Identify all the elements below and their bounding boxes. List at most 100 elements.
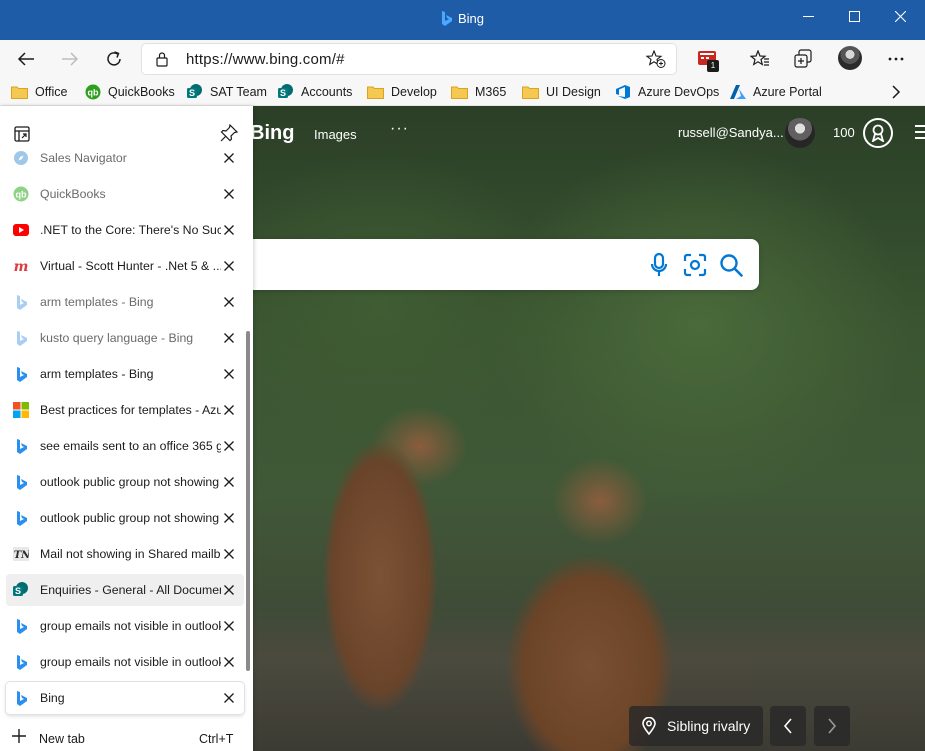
hamburger-menu-icon[interactable] bbox=[915, 124, 925, 140]
close-tab-icon[interactable] bbox=[221, 438, 237, 454]
youtube-icon bbox=[13, 222, 29, 238]
bing-icon bbox=[13, 438, 29, 454]
close-tab-icon[interactable] bbox=[221, 654, 237, 670]
close-button[interactable] bbox=[877, 0, 923, 32]
microphone-icon bbox=[650, 253, 668, 276]
vertical-tab[interactable]: arm templates - Bing bbox=[6, 358, 244, 390]
favorite-accounts[interactable]: S Accounts bbox=[277, 82, 352, 102]
close-tab-icon[interactable] bbox=[221, 222, 237, 238]
vertical-tab[interactable]: m Virtual - Scott Hunter - .Net 5 & ... bbox=[6, 250, 244, 282]
search-box[interactable] bbox=[252, 239, 759, 290]
more-menu[interactable]: ··· bbox=[390, 120, 409, 138]
favorite-azure-portal[interactable]: Azure Portal bbox=[729, 82, 822, 102]
add-favorite-star-icon[interactable] bbox=[646, 50, 666, 68]
trophy-icon bbox=[871, 124, 885, 142]
svg-text:TN: TN bbox=[14, 550, 29, 561]
vertical-tab[interactable]: outlook public group not showing bbox=[6, 502, 244, 534]
minimize-button[interactable] bbox=[785, 0, 831, 32]
refresh-button[interactable] bbox=[98, 43, 130, 75]
favorite-label: QuickBooks bbox=[108, 85, 175, 99]
vertical-tab[interactable]: group emails not visible in outlook bbox=[6, 610, 244, 642]
favorites-button[interactable] bbox=[746, 45, 774, 73]
rewards-points[interactable]: 100 bbox=[833, 125, 855, 140]
close-tab-icon[interactable] bbox=[221, 150, 237, 166]
vertical-tab[interactable]: arm templates - Bing bbox=[6, 286, 244, 318]
close-tab-icon[interactable] bbox=[221, 510, 237, 526]
chevron-right-icon[interactable] bbox=[891, 85, 901, 99]
images-link[interactable]: Images bbox=[314, 127, 357, 142]
plus-icon bbox=[12, 729, 26, 743]
vertical-tab[interactable]: see emails sent to an office 365 gr bbox=[6, 430, 244, 462]
url-text[interactable]: https://www.bing.com/# bbox=[186, 51, 345, 68]
tab-actions-menu-icon[interactable] bbox=[14, 126, 30, 142]
minimize-icon bbox=[802, 15, 814, 17]
tab-title: group emails not visible in outlook bbox=[40, 655, 221, 669]
tab-title: Best practices for templates - Azure bbox=[40, 403, 221, 417]
favorite-quickbooks[interactable]: qb QuickBooks bbox=[84, 82, 175, 102]
voice-search-button[interactable] bbox=[646, 252, 672, 278]
favorites-bar: Office qb QuickBooks S SAT Team S Accoun… bbox=[0, 78, 925, 106]
lock-icon[interactable] bbox=[155, 51, 169, 67]
vertical-tab[interactable]: outlook public group not showing bbox=[6, 466, 244, 498]
close-tab-icon[interactable] bbox=[221, 402, 237, 418]
folder-icon bbox=[367, 84, 384, 101]
close-tab-icon[interactable] bbox=[221, 294, 237, 310]
favorite-ui-design[interactable]: UI Design bbox=[522, 82, 601, 102]
profile-avatar[interactable] bbox=[838, 46, 862, 70]
favorite-office[interactable]: Office bbox=[11, 82, 67, 102]
folder-icon bbox=[11, 84, 28, 101]
svg-text:m: m bbox=[14, 259, 29, 273]
favorite-label: M365 bbox=[475, 85, 507, 99]
new-tab-button[interactable]: New tab Ctrl+T bbox=[12, 728, 242, 748]
vertical-tab[interactable]: TN Mail not showing in Shared mailbox bbox=[6, 538, 244, 570]
close-icon bbox=[894, 10, 906, 22]
vertical-tab[interactable]: Best practices for templates - Azure bbox=[6, 394, 244, 426]
search-button[interactable] bbox=[718, 252, 744, 278]
favorite-label: UI Design bbox=[546, 85, 601, 99]
maximize-button[interactable] bbox=[831, 0, 877, 32]
favorite-sat-team[interactable]: S SAT Team bbox=[186, 82, 267, 102]
favorite-develop[interactable]: Develop bbox=[367, 82, 437, 102]
vertical-tab[interactable]: Sales Navigator bbox=[6, 142, 244, 174]
vertical-tab[interactable]: group emails not visible in outlook bbox=[6, 646, 244, 678]
close-tab-icon[interactable] bbox=[221, 690, 237, 706]
vertical-tab[interactable]: kusto query language - Bing bbox=[6, 322, 244, 354]
search-icon bbox=[720, 254, 743, 277]
user-avatar[interactable] bbox=[785, 118, 815, 148]
favorite-m365[interactable]: M365 bbox=[451, 82, 506, 102]
image-caption-button[interactable]: Sibling rivalry bbox=[629, 706, 763, 746]
rewards-button[interactable] bbox=[863, 118, 893, 148]
vertical-tab[interactable]: S Enquiries - General - All Documents bbox=[6, 574, 244, 606]
previous-image-button[interactable] bbox=[770, 706, 806, 746]
tab-list-scrollbar[interactable] bbox=[246, 331, 250, 671]
tab-title: .NET to the Core: There's No Such bbox=[40, 223, 221, 237]
close-tab-icon[interactable] bbox=[221, 618, 237, 634]
vertical-tab[interactable]: qb QuickBooks bbox=[6, 178, 244, 210]
close-tab-icon[interactable] bbox=[221, 186, 237, 202]
visual-search-button[interactable] bbox=[682, 252, 708, 278]
vertical-tab[interactable]: Bing bbox=[6, 682, 244, 714]
vertical-tab[interactable]: .NET to the Core: There's No Such bbox=[6, 214, 244, 246]
back-button[interactable] bbox=[10, 43, 42, 75]
favorite-label: Office bbox=[35, 85, 68, 99]
close-tab-icon[interactable] bbox=[221, 582, 237, 598]
close-tab-icon[interactable] bbox=[221, 546, 237, 562]
bing-logo-text[interactable]: Bing bbox=[250, 122, 294, 145]
address-toolbar: https://www.bing.com/# 1 bbox=[0, 40, 925, 78]
settings-more-button[interactable] bbox=[882, 45, 910, 73]
collections-button[interactable] bbox=[790, 45, 818, 73]
close-tab-icon[interactable] bbox=[221, 330, 237, 346]
favorite-azure-devops[interactable]: Azure DevOps bbox=[614, 82, 719, 102]
image-caption-text: Sibling rivalry bbox=[667, 718, 751, 734]
address-bar[interactable]: https://www.bing.com/# bbox=[142, 44, 676, 74]
extension-button[interactable]: 1 bbox=[693, 45, 721, 73]
close-tab-icon[interactable] bbox=[221, 258, 237, 274]
next-image-button[interactable] bbox=[814, 706, 850, 746]
visual-search-icon bbox=[683, 253, 707, 277]
close-tab-icon[interactable] bbox=[221, 366, 237, 382]
forward-button[interactable] bbox=[54, 43, 86, 75]
tn-icon: TN bbox=[13, 546, 29, 562]
signed-in-user[interactable]: russell@Sandya... bbox=[678, 125, 784, 140]
pin-pane-icon[interactable] bbox=[220, 124, 238, 142]
close-tab-icon[interactable] bbox=[221, 474, 237, 490]
